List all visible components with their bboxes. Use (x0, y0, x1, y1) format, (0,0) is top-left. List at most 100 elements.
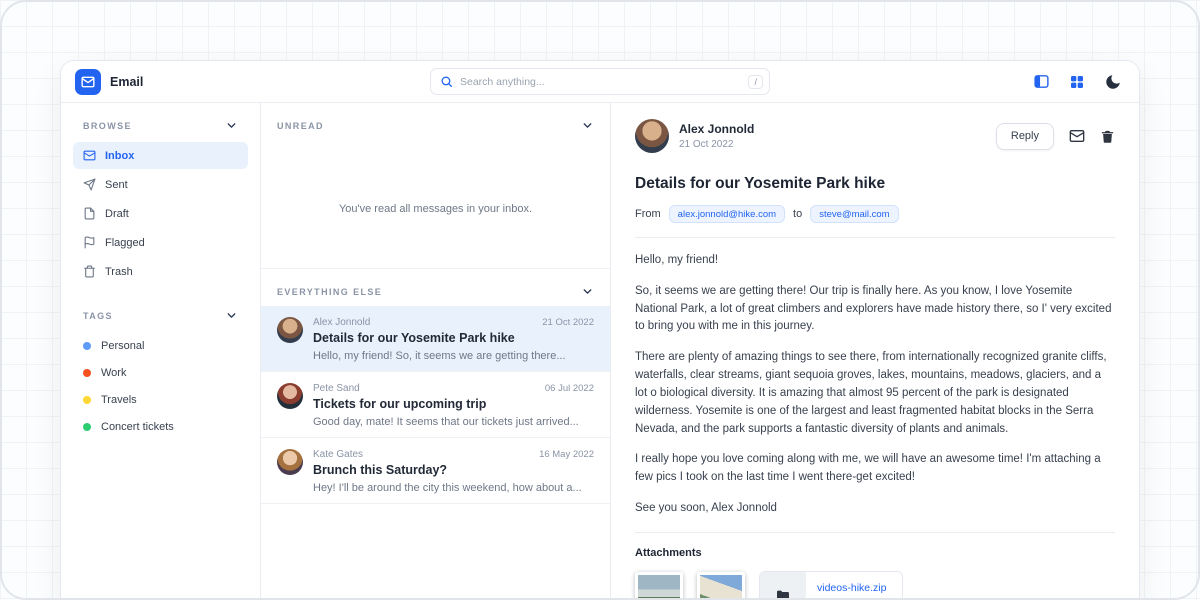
draft-icon (83, 207, 96, 220)
inbox-icon (83, 149, 96, 162)
body-paragraph: I really hope you love coming along with… (635, 451, 1115, 487)
chevron-down-icon (581, 119, 594, 132)
sidebar-item-label: Inbox (105, 150, 134, 162)
body-paragraph: Hello, my friend! (635, 252, 1115, 270)
sidebar-item-inbox[interactable]: Inbox (73, 142, 248, 169)
sender-block: Alex Jonnold 21 Oct 2022 (679, 122, 754, 150)
detail-actions: Reply (996, 123, 1115, 150)
browse-section-header: BROWSE (73, 119, 248, 132)
tag-item-travels[interactable]: Travels (73, 386, 248, 413)
attachment-image-yosemite-valley[interactable] (635, 572, 683, 600)
email-list-item[interactable]: Kate Gates 16 May 2022 Brunch this Satur… (261, 438, 610, 504)
layout-panel-button[interactable] (1029, 70, 1053, 94)
tag-label: Personal (101, 340, 144, 352)
detail-date: 21 Oct 2022 (679, 139, 754, 150)
everything-else-collapse-button[interactable] (581, 285, 594, 298)
unread-collapse-button[interactable] (581, 119, 594, 132)
brand: Email (75, 69, 143, 95)
tags-section-header: TAGS (73, 309, 248, 322)
email-subject: Brunch this Saturday? (313, 463, 594, 477)
topbar: Email / (61, 61, 1139, 103)
attachment-image-el-capitan[interactable] (697, 572, 745, 600)
detail-sender-name: Alex Jonnold (679, 122, 754, 136)
app-logo (75, 69, 101, 95)
email-item-body: Alex Jonnold 21 Oct 2022 Details for our… (313, 317, 594, 362)
attachments-label: Attachments (635, 547, 1115, 559)
sidebar-item-sent[interactable]: Sent (73, 171, 248, 198)
email-item-body: Kate Gates 16 May 2022 Brunch this Satur… (313, 449, 594, 494)
browse-section-label: BROWSE (83, 121, 132, 131)
moon-icon (1104, 73, 1122, 91)
divider (635, 237, 1115, 238)
tag-item-concert-tickets[interactable]: Concert tickets (73, 413, 248, 440)
email-subject: Tickets for our upcoming trip (313, 397, 594, 411)
tag-color-dot (83, 396, 91, 404)
app-content: BROWSE Inbox Sent Draft Flagged (61, 103, 1139, 600)
envelope-icon (1069, 128, 1085, 144)
tag-color-dot (83, 423, 91, 431)
delete-button[interactable] (1100, 129, 1115, 144)
to-email-chip[interactable]: steve@mail.com (810, 205, 898, 223)
from-to-row: From alex.jonnold@hike.com to steve@mail… (635, 205, 1115, 223)
search-shortcut-badge: / (748, 75, 763, 89)
dark-mode-button[interactable] (1101, 70, 1125, 94)
detail-subject: Details for our Yosemite Park hike (635, 175, 1115, 193)
email-sender: Kate Gates (313, 449, 363, 460)
email-date: 21 Oct 2022 (542, 317, 594, 328)
browse-collapse-button[interactable] (225, 119, 238, 132)
tag-color-dot (83, 369, 91, 377)
file-name-link[interactable]: videos-hike.zip (817, 582, 886, 594)
avatar (635, 119, 669, 153)
sidebar-item-trash[interactable]: Trash (73, 258, 248, 285)
apps-grid-button[interactable] (1065, 70, 1089, 94)
tags-collapse-button[interactable] (225, 309, 238, 322)
unread-section-header: UNREAD (261, 103, 610, 140)
app-title: Email (110, 75, 143, 89)
detail-header: Alex Jonnold 21 Oct 2022 Reply (635, 119, 1115, 153)
sidebar-item-label: Flagged (105, 237, 145, 249)
file-meta: videos-hike.zip 100 MB (806, 582, 902, 600)
layout-panel-icon (1033, 73, 1050, 90)
file-icon-box (760, 572, 806, 600)
attachments-row: videos-hike.zip 100 MB (635, 571, 1115, 600)
sidebar: BROWSE Inbox Sent Draft Flagged (61, 103, 261, 600)
avatar (277, 449, 303, 475)
sidebar-item-draft[interactable]: Draft (73, 200, 248, 227)
unread-section-label: UNREAD (277, 121, 324, 131)
from-email-chip[interactable]: alex.jonnold@hike.com (669, 205, 785, 223)
send-icon (83, 178, 96, 191)
divider (635, 532, 1115, 533)
email-item-body: Pete Sand 06 Jul 2022 Tickets for our up… (313, 383, 594, 428)
chevron-down-icon (225, 309, 238, 322)
email-list-item[interactable]: Alex Jonnold 21 Oct 2022 Details for our… (261, 306, 610, 372)
topbar-actions (1029, 70, 1125, 94)
unread-empty-message: You've read all messages in your inbox. (261, 203, 610, 215)
tags-section-label: TAGS (83, 311, 113, 321)
folder-icon (775, 588, 791, 600)
sidebar-item-label: Sent (105, 179, 128, 191)
to-label: to (793, 208, 802, 220)
search-input[interactable] (460, 76, 741, 88)
attachment-file-card[interactable]: videos-hike.zip 100 MB (759, 571, 903, 600)
tag-item-personal[interactable]: Personal (73, 332, 248, 359)
tag-label: Concert tickets (101, 421, 174, 433)
tag-label: Travels (101, 394, 137, 406)
body-paragraph: There are plenty of amazing things to se… (635, 349, 1115, 438)
email-list-item[interactable]: Pete Sand 06 Jul 2022 Tickets for our up… (261, 372, 610, 438)
mark-unread-button[interactable] (1069, 128, 1085, 144)
search-box[interactable]: / (430, 68, 770, 95)
mail-list-column: UNREAD You've read all messages in your … (261, 103, 611, 600)
email-app-window: Email / (60, 60, 1140, 600)
reply-button[interactable]: Reply (996, 123, 1054, 150)
email-detail-panel: Alex Jonnold 21 Oct 2022 Reply Details f… (611, 103, 1139, 600)
sidebar-item-flagged[interactable]: Flagged (73, 229, 248, 256)
email-sender: Pete Sand (313, 383, 360, 394)
tag-item-work[interactable]: Work (73, 359, 248, 386)
trash-icon (83, 265, 96, 278)
everything-else-section: EVERYTHING ELSE Alex Jonnold 21 Oct 2022… (261, 269, 610, 504)
unread-section: UNREAD You've read all messages in your … (261, 103, 610, 269)
sidebar-item-label: Draft (105, 208, 129, 220)
flag-icon (83, 236, 96, 249)
search-icon (440, 75, 453, 88)
email-sender: Alex Jonnold (313, 317, 370, 328)
